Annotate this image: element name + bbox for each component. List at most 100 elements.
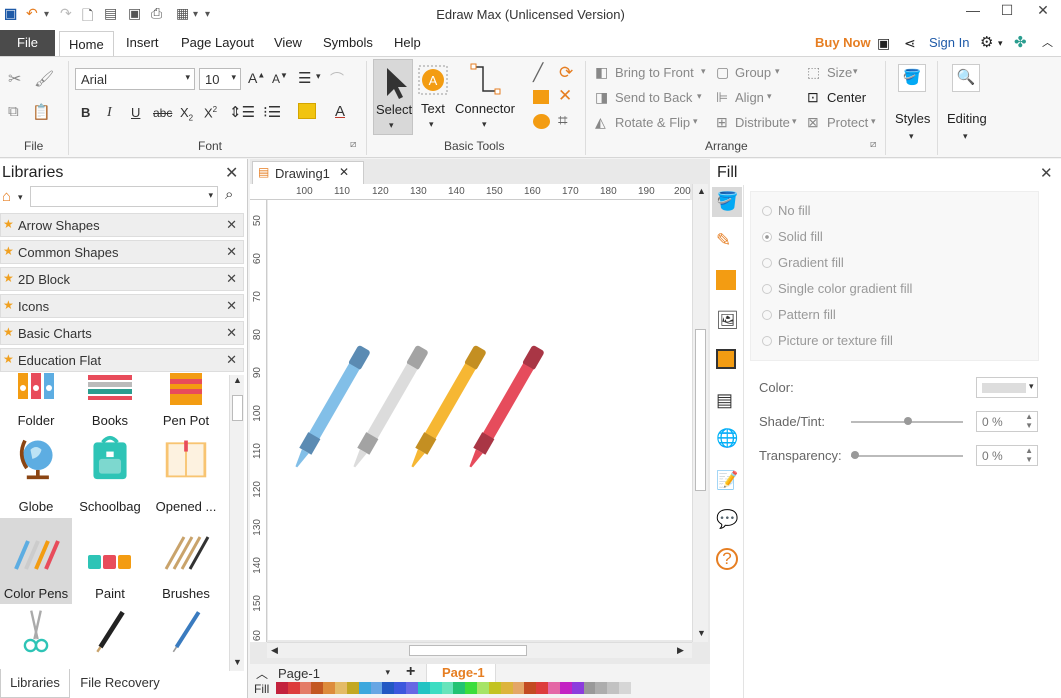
shrink-font-icon[interactable]: A▼ — [272, 71, 288, 86]
shape-paint[interactable]: Paint — [74, 518, 146, 604]
bring-to-front-button[interactable]: Bring to Front — [615, 65, 694, 80]
scrollbar-thumb[interactable] — [695, 329, 706, 491]
scroll-right-icon[interactable]: ▶ — [677, 645, 684, 656]
arrange-dialog-launcher-icon[interactable]: ⧄ — [870, 139, 876, 150]
palette-swatch[interactable] — [370, 682, 383, 694]
collapse-up-icon[interactable]: ︿ — [256, 665, 268, 682]
shape-globe[interactable]: Globe — [0, 431, 72, 515]
send-to-back-button[interactable]: Send to Back — [615, 90, 692, 105]
line-spacing-icon[interactable]: ⇕☰ — [229, 103, 255, 121]
ellipse-tool-icon[interactable] — [533, 114, 550, 129]
library-2d-block[interactable]: ★ 2D Block ✕ — [0, 267, 244, 291]
line-style-icon[interactable]: ✎ — [716, 230, 738, 252]
shade-tint-input[interactable]: 0 % ▲ ▼ — [976, 411, 1038, 432]
close-library-icon[interactable]: ✕ — [226, 217, 237, 233]
font-dialog-launcher-icon[interactable]: ⧄ — [350, 139, 356, 150]
close-library-icon[interactable]: ✕ — [226, 298, 237, 314]
shadow-icon[interactable] — [716, 270, 736, 290]
palette-swatch[interactable] — [536, 682, 549, 694]
palette-swatch[interactable] — [429, 682, 442, 694]
page-select[interactable]: Page-1 ▾ — [276, 665, 394, 683]
shade-tint-slider-handle[interactable] — [904, 417, 912, 425]
palette-swatch[interactable] — [287, 682, 300, 694]
spinner-arrows-icon[interactable]: ▲ ▼ — [1025, 446, 1033, 464]
copy-icon[interactable]: ⧉ — [8, 103, 19, 120]
minimize-icon[interactable]: — — [958, 2, 988, 24]
palette-swatch[interactable] — [559, 682, 572, 694]
settings-gear-icon[interactable]: ⚙ — [980, 30, 993, 56]
library-search-input[interactable]: ▾ — [30, 186, 218, 207]
grow-font-icon[interactable]: A▲ — [248, 70, 265, 86]
shape-color-pens[interactable]: Color Pens — [0, 518, 72, 604]
shape-blue-pen[interactable] — [150, 609, 222, 673]
settings-dropdown-icon[interactable]: ▾ — [998, 30, 1003, 56]
color-palette[interactable] — [276, 682, 631, 694]
scroll-left-icon[interactable]: ◀ — [271, 645, 278, 656]
color-pens-drawing[interactable] — [268, 200, 693, 640]
cut-icon[interactable]: ✂ — [8, 69, 21, 89]
palette-swatch[interactable] — [583, 682, 596, 694]
protect-button[interactable]: Protect — [827, 115, 868, 130]
tab-file-recovery[interactable]: File Recovery — [72, 669, 168, 698]
format-painter-icon[interactable]: 🖌 — [34, 69, 54, 89]
close-library-icon[interactable]: ✕ — [226, 352, 237, 368]
palette-swatch[interactable] — [619, 682, 631, 694]
palette-swatch[interactable] — [382, 682, 395, 694]
tab-home[interactable]: Home — [59, 31, 114, 57]
strikethrough-icon[interactable]: abc — [153, 106, 172, 120]
chevron-down-icon[interactable]: ▾ — [18, 192, 23, 203]
underline-icon[interactable]: U — [131, 105, 140, 120]
note-icon[interactable]: 📝 — [716, 470, 738, 492]
palette-swatch[interactable] — [465, 682, 478, 694]
scroll-up-icon[interactable]: ▲ — [697, 186, 706, 196]
crop-tool-icon[interactable]: ⌗ — [558, 111, 568, 131]
canvas-vertical-scrollbar[interactable]: ▲ ▼ — [692, 184, 708, 642]
shape-pen[interactable] — [74, 609, 146, 673]
transparency-slider[interactable] — [851, 455, 963, 457]
tab-view[interactable]: View — [274, 30, 302, 56]
fill-option-no-fill[interactable]: No fill — [762, 203, 811, 218]
palette-swatch[interactable] — [607, 682, 620, 694]
library-education-flat[interactable]: ★ Education Flat ✕ — [0, 348, 244, 372]
subscript-icon[interactable]: X2 — [180, 105, 193, 123]
globe-hyperlink-icon[interactable]: 🌐 — [716, 428, 738, 450]
maximize-icon[interactable]: ☐ — [992, 2, 1022, 24]
layer-icon[interactable] — [716, 349, 736, 369]
shape-opened-book[interactable]: Opened ... — [150, 431, 222, 515]
scroll-down-icon[interactable]: ▼ — [233, 657, 242, 667]
plugins-icon[interactable]: ✤ — [1014, 30, 1027, 56]
search-icon[interactable]: ⌕ — [225, 186, 233, 203]
close-library-icon[interactable]: ✕ — [226, 244, 237, 260]
fill-option-single-color-gradient[interactable]: Single color gradient fill — [762, 281, 912, 296]
select-tool-button[interactable]: Select ▾ — [373, 59, 413, 135]
distribute-button[interactable]: Distribute — [735, 115, 790, 130]
curve-text-icon[interactable]: ⌒ — [330, 69, 344, 89]
palette-swatch[interactable] — [335, 682, 347, 694]
library-icons[interactable]: ★ Icons ✕ — [0, 294, 244, 318]
palette-swatch[interactable] — [276, 682, 288, 694]
close-library-icon[interactable]: ✕ — [226, 271, 237, 287]
line-tool-icon[interactable]: ╱ — [533, 63, 543, 83]
palette-swatch[interactable] — [512, 682, 525, 694]
canvas-horizontal-scrollbar[interactable]: ◀ ▶ — [267, 642, 692, 658]
palette-swatch[interactable] — [406, 682, 418, 694]
home-icon[interactable]: ⌂ — [2, 188, 11, 205]
palette-swatch[interactable] — [524, 682, 537, 694]
palette-swatch[interactable] — [453, 682, 466, 694]
document-properties-icon[interactable]: ▤ — [716, 390, 738, 412]
arc-tool-icon[interactable]: ⟳ — [559, 63, 573, 83]
fill-option-solid-fill[interactable]: Solid fill — [762, 229, 823, 244]
fill-bucket-icon[interactable]: 🪣 — [716, 191, 738, 213]
palette-swatch[interactable] — [394, 682, 407, 694]
close-panel-icon[interactable]: ✕ — [1040, 164, 1053, 182]
palette-swatch[interactable] — [358, 682, 371, 694]
tab-help[interactable]: Help — [394, 30, 421, 56]
font-color-icon[interactable]: A — [335, 103, 345, 120]
close-window-icon[interactable]: ✕ — [1028, 2, 1058, 24]
size-button[interactable]: Size — [827, 65, 852, 80]
scroll-down-icon[interactable]: ▼ — [697, 628, 706, 638]
palette-swatch[interactable] — [595, 682, 608, 694]
color-pen-1[interactable] — [290, 345, 371, 471]
share-icon[interactable]: ⋖ — [904, 30, 916, 56]
cart-icon[interactable]: ▣ — [877, 30, 890, 56]
